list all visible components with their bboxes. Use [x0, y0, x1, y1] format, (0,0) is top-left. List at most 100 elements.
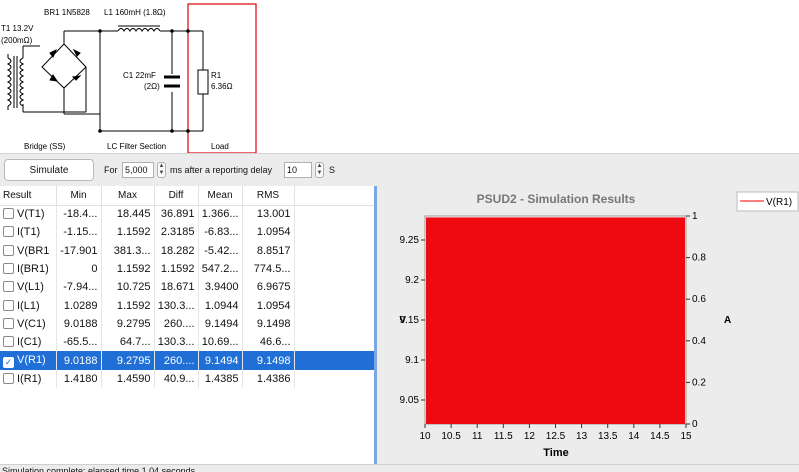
capacitor-label: C1 22mF — [123, 71, 156, 80]
result-checkbox[interactable]: ✓ — [3, 356, 14, 368]
x-tick-label: 12 — [524, 431, 536, 442]
column-header-diff[interactable]: Diff — [154, 186, 199, 206]
result-max-cell: 9.2795 — [101, 314, 155, 334]
result-checkbox[interactable] — [3, 208, 14, 220]
legend-label-v-r1: V(R1) — [766, 197, 792, 208]
table-row[interactable]: V(C1) 9.0188 9.2795 260.... 9.1494 9.1498 — [0, 314, 374, 334]
result-mean-cell: 1.366... — [198, 205, 243, 224]
result-min-cell: -1.15... — [56, 223, 102, 242]
x-tick-label: 10.5 — [441, 431, 461, 442]
result-checkbox[interactable] — [3, 226, 14, 238]
transformer-label: T1 13.2V — [1, 24, 34, 33]
result-min-cell: 0 — [56, 259, 102, 279]
table-row[interactable]: I(BR1) 0 1.1592 1.1592 547.2... 774.5... — [0, 259, 374, 279]
result-min-cell: -65.5... — [56, 333, 102, 352]
result-name-cell: V(C1) — [0, 314, 57, 334]
resistor-value: 6.36Ω — [211, 82, 233, 91]
results-plot-panel: PSUD2 - Simulation Results V(R1) 10 10.5 1… — [380, 186, 799, 464]
result-min-cell: -7.94... — [56, 278, 102, 297]
result-name-cell: I(C1) — [0, 333, 57, 352]
result-diff-cell: 18.282 — [154, 241, 199, 260]
result-name: V(T1) — [17, 208, 45, 221]
results-body: V(T1) -18.4... 18.445 36.891 1.366... 13.001 I… — [0, 205, 374, 388]
result-checkbox[interactable] — [3, 281, 14, 293]
table-row[interactable]: ✓ V(R1) 9.0188 9.2795 260.... 9.1494 9.1498 — [0, 351, 374, 370]
delay-stepper[interactable]: ▲ ▼ — [315, 162, 324, 178]
result-mean-cell: 3.9400 — [198, 278, 243, 297]
bridge-label: BR1 1N5828 — [44, 8, 90, 17]
y2-tick-label: 0 — [692, 419, 698, 430]
result-min-cell: 1.0289 — [56, 296, 102, 315]
result-min-cell: -18.4... — [56, 205, 102, 224]
result-checkbox[interactable] — [3, 336, 14, 348]
result-diff-cell: 36.891 — [154, 205, 199, 224]
y-tick-label: 9.2 — [405, 275, 419, 286]
table-row[interactable]: I(C1) -65.5... 64.7... 130.3... 10.69... 46.6… — [0, 333, 374, 352]
inductor-label: L1 160mH (1.8Ω) — [104, 8, 166, 17]
table-row[interactable]: V(BR1 -17.901 381.3... 18.282 -5.42... 8.8517 — [0, 241, 374, 260]
result-rms-cell: 8.8517 — [242, 241, 295, 260]
result-name-cell: V(BR1 — [0, 241, 57, 260]
table-row[interactable]: I(R1) 1.4180 1.4590 40.9... 1.4385 1.4386 — [0, 369, 374, 388]
result-mean-cell: 9.1494 — [198, 314, 243, 334]
result-max-cell: 10.725 — [101, 278, 155, 297]
table-row[interactable]: I(L1) 1.0289 1.1592 130.3... 1.0944 1.0954 — [0, 296, 374, 315]
result-name-cell: I(L1) — [0, 296, 57, 315]
result-diff-cell: 260.... — [154, 351, 199, 370]
x-tick-label: 12.5 — [546, 431, 566, 442]
result-rms-cell: 13.001 — [242, 205, 295, 224]
y2-tick-label: 0.4 — [692, 336, 706, 347]
result-name: V(BR1 — [17, 244, 50, 257]
result-mean-cell: 10.69... — [198, 333, 243, 352]
result-diff-cell: 260.... — [154, 314, 199, 334]
table-row[interactable]: V(L1) -7.94... 10.725 18.671 3.9400 6.9675 — [0, 278, 374, 297]
result-max-cell: 64.7... — [101, 333, 155, 352]
transformer-resistance: (200mΩ) — [1, 36, 33, 45]
column-header-mean[interactable]: Mean — [198, 186, 243, 206]
result-name: V(L1) — [17, 281, 44, 294]
simulate-button[interactable]: Simulate — [4, 159, 94, 181]
duration-input[interactable]: 5,000 — [122, 162, 154, 178]
column-header-rms[interactable]: RMS — [242, 186, 295, 206]
y-tick-label: 9.25 — [400, 235, 420, 246]
column-header-min[interactable]: Min — [56, 186, 102, 206]
result-max-cell: 381.3... — [101, 241, 155, 260]
table-row[interactable]: I(T1) -1.15... 1.1592 2.3185 -6.83... 1.0954 — [0, 223, 374, 242]
duration-stepper[interactable]: ▲ ▼ — [157, 162, 166, 178]
result-rms-cell: 1.0954 — [242, 296, 295, 315]
result-rms-cell: 774.5... — [242, 259, 295, 279]
result-checkbox[interactable] — [3, 299, 14, 311]
x-axis-label: Time — [543, 447, 568, 459]
result-max-cell: 9.2795 — [101, 351, 155, 370]
schematic-panel: BR1 1N5828 L1 160mH (1.8Ω) T1 13.2V (200… — [0, 0, 799, 153]
table-row[interactable]: V(T1) -18.4... 18.445 36.891 1.366... 13.001 — [0, 205, 374, 224]
section-filter-label: LC Filter Section — [107, 142, 167, 151]
result-diff-cell: 130.3... — [154, 333, 199, 352]
result-rms-cell: 46.6... — [242, 333, 295, 352]
y2-tick-label: 0.6 — [692, 294, 706, 305]
result-checkbox[interactable] — [3, 317, 14, 329]
result-mean-cell: 9.1494 — [198, 351, 243, 370]
delay-input[interactable]: 10 — [284, 162, 312, 178]
result-diff-cell: 1.1592 — [154, 259, 199, 279]
result-checkbox[interactable] — [3, 263, 14, 275]
capacitor-resistance: (2Ω) — [144, 82, 160, 91]
capacitor-icon — [164, 75, 180, 88]
result-name-cell: I(T1) — [0, 223, 57, 242]
inductor-icon — [117, 25, 161, 32]
x-tick-label: 13.5 — [598, 431, 618, 442]
column-header-max[interactable]: Max — [101, 186, 155, 206]
ms-delay-label: ms after a reporting delay — [170, 165, 273, 175]
result-checkbox[interactable] — [3, 372, 14, 384]
result-max-cell: 1.1592 — [101, 223, 155, 242]
result-checkbox[interactable] — [3, 244, 14, 256]
result-mean-cell: 1.4385 — [198, 369, 243, 388]
x-tick-label: 14.5 — [650, 431, 670, 442]
result-mean-cell: 1.0944 — [198, 296, 243, 315]
seconds-label: S — [329, 165, 336, 175]
result-rms-cell: 1.4386 — [242, 369, 295, 388]
column-header-result[interactable]: Result — [0, 186, 57, 206]
results-panel: Result Min Max Diff Mean RMS V(T1) -18.4.… — [0, 186, 377, 464]
resistor-label: R1 — [211, 71, 222, 80]
y2-tick-label: 0.2 — [692, 377, 706, 388]
